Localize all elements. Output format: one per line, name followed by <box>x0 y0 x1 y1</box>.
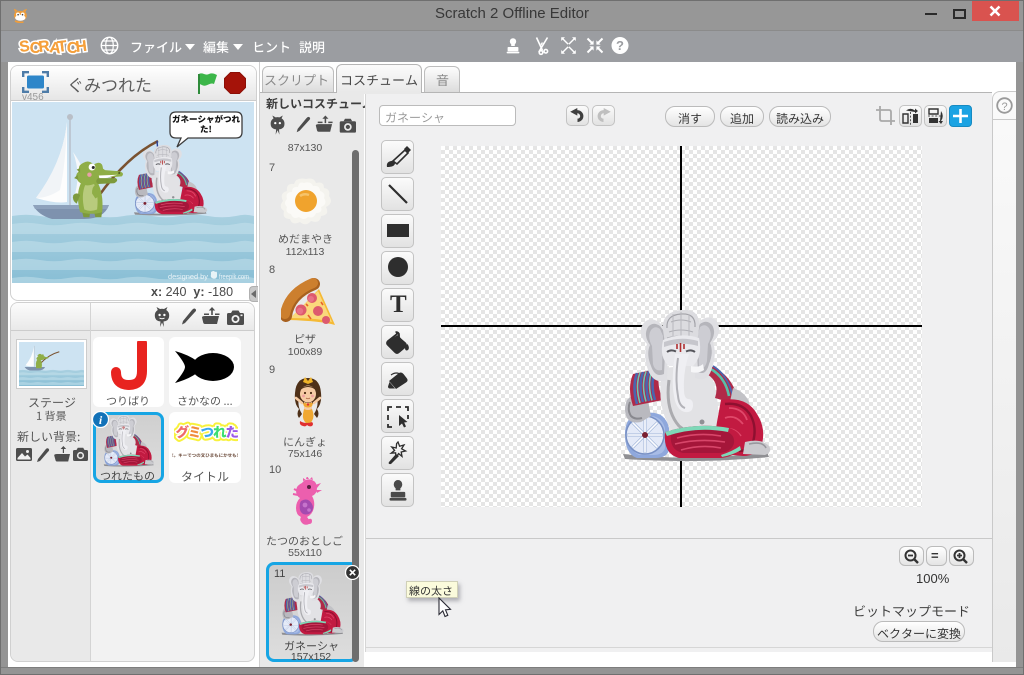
svg-text:freepik.com: freepik.com <box>219 272 249 281</box>
svg-text:?: ? <box>1001 101 1007 113</box>
svg-text:SCRATCH: SCRATCH <box>18 38 87 58</box>
svg-text:?: ? <box>616 38 624 53</box>
svg-text:designed by: designed by <box>168 272 208 281</box>
